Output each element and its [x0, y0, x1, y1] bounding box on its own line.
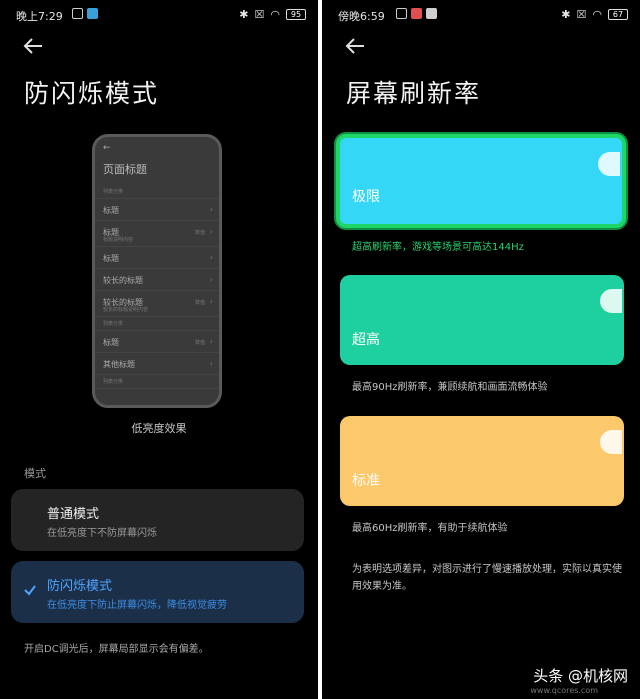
refresh-rate-card-max[interactable]: 极限 — [336, 134, 626, 228]
card-description: 最高90Hz刷新率，兼顾续航和画面流畅体验 — [352, 382, 548, 393]
low-brightness-preview: ← 页面标题 列表分类 标题 › 标题 标题说明内容 数值 › 标题 › 较长的标题 › 较长的标题较… — [92, 134, 222, 408]
page-title: 屏幕刷新率 — [346, 79, 482, 108]
preview-item-subtitle: 较长的标题说明内容 — [103, 307, 149, 313]
battery-icon: 95 — [286, 9, 306, 20]
checkmark-icon — [24, 585, 36, 596]
status-time: 晚上7:29 — [16, 10, 63, 23]
preview-item-title: 标题 — [103, 338, 119, 347]
preview-list-item: 其他标题 › — [95, 353, 219, 375]
gallery-icon — [396, 8, 407, 19]
preview-list-item: 标题 › — [95, 247, 219, 269]
preview-item-title: 列表分类 — [103, 379, 124, 385]
left-screen: 晚上7:29 ✱ ☒ ◠ 95 防闪烁模式 ← 页面标题 列表分类 标题 › 标题 标题… — [0, 0, 318, 699]
page-title: 防闪烁模式 — [24, 79, 160, 108]
option-title: 防闪烁模式 — [47, 579, 113, 594]
refresh-rate-card-standard[interactable]: 标准 — [340, 416, 624, 506]
preview-item-value: 数值 — [194, 230, 205, 236]
notification-icon — [72, 8, 83, 19]
card-label: 极限 — [352, 189, 380, 205]
app-icon — [411, 8, 422, 19]
status-time: 傍晚6:59 — [338, 10, 385, 23]
preview-section-header: 列表分类 — [95, 185, 219, 199]
card-description: 超高刷新率，游戏等场景可高达144Hz — [352, 242, 524, 253]
preview-section-header: 列表分类 — [95, 375, 219, 389]
status-bar: 晚上7:29 ✱ ☒ ◠ 95 — [16, 8, 306, 24]
card-description: 最高60Hz刷新率，有助于续航体验 — [352, 523, 508, 534]
bluetooth-icon: ✱ — [239, 8, 249, 21]
mute-icon: ☒ — [576, 8, 587, 21]
refresh-rate-card-high[interactable]: 超高 — [340, 275, 624, 365]
preview-item-title: 列表分类 — [103, 189, 124, 195]
chevron-right-icon: › — [209, 227, 213, 236]
chevron-right-icon: › — [209, 205, 213, 214]
option-subtitle: 在低亮度下防止屏幕闪烁，降低视觉疲劳 — [47, 600, 227, 611]
preview-item-title: 较长的标题 — [103, 276, 143, 285]
battery-icon: 67 — [608, 9, 628, 20]
ball-indicator — [598, 152, 620, 176]
preview-item-value: 数值 — [194, 300, 205, 306]
option-title: 普通模式 — [47, 507, 100, 522]
preview-item-title: 标题 — [103, 206, 119, 215]
disclaimer-note: 为表明选项差异，对图示进行了慢速播放处理，实际以真实使用效果为准。 — [352, 564, 622, 592]
status-bar: 傍晚6:59 ✱ ☒ ◠ 67 — [338, 8, 628, 24]
chevron-right-icon: › — [209, 297, 213, 306]
preview-item-subtitle: 标题说明内容 — [103, 237, 134, 243]
ball-indicator — [600, 430, 622, 454]
preview-item-title: 列表分类 — [103, 321, 124, 327]
chevron-right-icon: › — [209, 337, 213, 346]
anti-flicker-mode-option[interactable]: 防闪烁模式 在低亮度下防止屏幕闪烁，降低视觉疲劳 — [11, 561, 304, 623]
preview-list-item: 较长的标题 › — [95, 269, 219, 291]
mute-icon: ☒ — [254, 8, 265, 21]
preview-item-title: 其他标题 — [103, 360, 135, 369]
preview-caption: 低亮度效果 — [131, 422, 187, 435]
chevron-right-icon: › — [209, 275, 213, 284]
wifi-icon: ◠ — [592, 8, 602, 21]
preview-list: 列表分类 标题 › 标题 标题说明内容 数值 › 标题 › 较长的标题 › 较长的标题 较长的标题说明内… — [95, 185, 219, 389]
app-icon — [426, 8, 437, 19]
normal-mode-option[interactable]: 普通模式 在低亮度下不防屏幕闪烁 — [11, 489, 304, 551]
dc-dimming-footnote: 开启DC调光后，屏幕局部显示会有偏差。 — [24, 644, 209, 655]
bluetooth-icon: ✱ — [561, 8, 571, 21]
ball-indicator — [600, 289, 622, 313]
wifi-icon: ◠ — [270, 8, 280, 21]
back-arrow-icon[interactable] — [344, 36, 366, 56]
card-label: 标准 — [352, 473, 380, 489]
preview-item-title: 标题 — [103, 254, 119, 263]
option-subtitle: 在低亮度下不防屏幕闪烁 — [47, 528, 157, 539]
back-arrow-icon[interactable] — [22, 36, 44, 56]
chevron-right-icon: › — [209, 253, 213, 262]
preview-list-item: 标题 › — [95, 199, 219, 221]
right-screen: 傍晚6:59 ✱ ☒ ◠ 67 屏幕刷新率 极限 超高刷新率，游戏等场景可高达1… — [322, 0, 640, 699]
preview-page-title: 页面标题 — [103, 163, 147, 176]
preview-list-item: 标题 数值 › — [95, 331, 219, 353]
card-label: 超高 — [352, 332, 380, 348]
mode-section-label: 模式 — [24, 467, 46, 480]
chevron-right-icon: › — [209, 359, 213, 368]
app-icon — [87, 8, 98, 19]
preview-item-value: 数值 — [194, 340, 205, 346]
preview-back-icon: ← — [103, 143, 111, 153]
watermark: www.qcores.com — [530, 686, 598, 695]
brand-watermark: 头条 @机核网 — [533, 667, 628, 685]
preview-list-item: 较长的标题 较长的标题说明内容 数值 › — [95, 291, 219, 317]
preview-list-item: 标题 标题说明内容 数值 › — [95, 221, 219, 247]
preview-section-header: 列表分类 — [95, 317, 219, 331]
